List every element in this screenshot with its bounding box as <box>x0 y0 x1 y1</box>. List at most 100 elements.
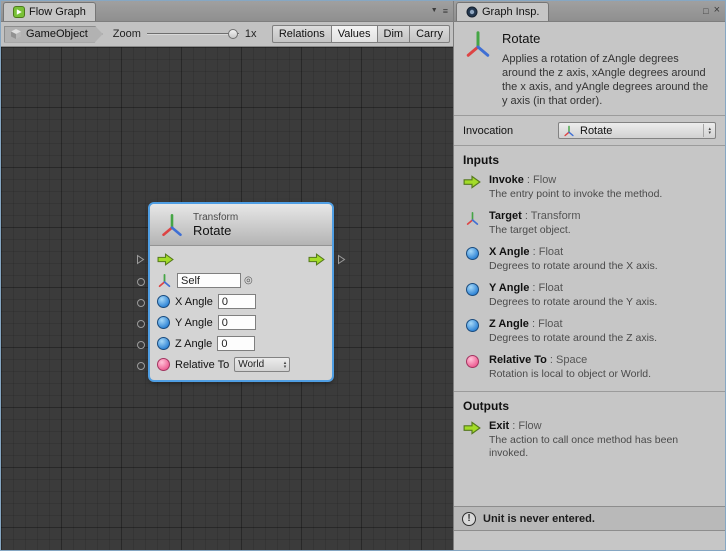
unity-window: Flow Graph ▼ ≡ GameObject Zoom 1x Relati… <box>0 0 726 551</box>
relative-to-port[interactable] <box>157 358 170 371</box>
invocation-row: Invocation Rotate ▴▾ <box>454 116 725 146</box>
warning-icon: ! <box>462 512 476 526</box>
tab-graph-inspector[interactable]: Graph Insp. <box>456 2 549 21</box>
breadcrumb-label: GameObject <box>26 28 88 40</box>
node-type-label: Transform <box>193 212 238 223</box>
zoom-slider[interactable] <box>147 27 239 41</box>
x-angle-connector[interactable] <box>137 299 145 307</box>
rotate-unit-icon <box>463 29 493 59</box>
port-name: Y Angle <box>489 282 529 294</box>
graph-canvas[interactable]: Transform Rotate ◎ <box>1 47 453 550</box>
invocation-label: Invocation <box>463 125 513 137</box>
unit-description: Applies a rotation of zAngle degrees aro… <box>502 52 714 108</box>
port-description: Degrees to rotate around the Y axis. <box>489 296 714 309</box>
port-description: The entry point to invoke the method. <box>489 188 714 201</box>
pane-menu-icon[interactable]: ≡ <box>443 5 448 17</box>
y-angle-input[interactable] <box>218 315 256 330</box>
breadcrumb-gameobject[interactable]: GameObject <box>4 26 103 43</box>
zoom-label: Zoom <box>113 28 141 40</box>
relative-to-connector[interactable] <box>137 362 145 370</box>
port-description: The action to call once method has been … <box>489 434 714 460</box>
node-titles: Transform Rotate <box>193 212 238 238</box>
target-connector[interactable] <box>137 278 145 286</box>
pane-square-icon[interactable]: □ <box>703 5 708 17</box>
gameobject-icon <box>10 28 22 40</box>
node-transform-rotate[interactable]: Transform Rotate ◎ <box>149 203 333 381</box>
input-doc-target: Target : Transform The target object. <box>463 210 716 237</box>
warning-text: Unit is never entered. <box>483 513 595 525</box>
y-angle-label: Y Angle <box>175 317 213 329</box>
invocation-dropdown-arrows-icon: ▴▾ <box>703 124 711 137</box>
port-name: Relative To <box>489 354 547 366</box>
z-angle-port[interactable] <box>157 337 170 350</box>
port-type: Float <box>538 318 562 330</box>
input-doc-z-angle: Z Angle : Float Degrees to rotate around… <box>463 318 716 345</box>
z-angle-input[interactable] <box>217 336 255 351</box>
zoom-slider-knob[interactable] <box>228 29 238 39</box>
x-angle-label: X Angle <box>175 296 213 308</box>
inspector-tabbar: Graph Insp. □ × <box>454 1 725 22</box>
invocation-value: Rotate <box>580 125 612 137</box>
port-name: Exit <box>489 420 509 432</box>
dropdown-arrows-icon: ▴▾ <box>284 361 287 369</box>
pane-controls: ▼ ≡ <box>431 5 448 17</box>
values-button[interactable]: Values <box>332 25 378 43</box>
port-type: Float <box>539 282 563 294</box>
y-angle-port[interactable] <box>157 316 170 329</box>
inspector-header-text: Rotate Applies a rotation of zAngle degr… <box>502 29 714 108</box>
port-description: The target object. <box>489 224 714 237</box>
relative-to-dropdown[interactable]: World ▴▾ <box>234 357 290 372</box>
exit-port[interactable] <box>308 253 325 266</box>
flow-out-connector[interactable] <box>337 254 346 265</box>
relations-button[interactable]: Relations <box>272 25 332 43</box>
inspector-pane-controls: □ × <box>703 5 720 17</box>
flow-graph-icon <box>13 6 25 18</box>
input-doc-relative-to: Relative To : Space Rotation is local to… <box>463 354 716 381</box>
object-picker-icon[interactable]: ◎ <box>244 275 253 286</box>
inspector-spacer <box>454 470 725 506</box>
warning-bar: ! Unit is never entered. <box>454 506 725 531</box>
inputs-section-header: Inputs <box>454 146 725 172</box>
space-port-icon <box>466 355 479 368</box>
y-angle-connector[interactable] <box>137 320 145 328</box>
inspector-header: Rotate Applies a rotation of zAngle degr… <box>454 22 725 116</box>
carry-button[interactable]: Carry <box>410 25 450 43</box>
target-row: ◎ <box>157 272 325 289</box>
invoke-port[interactable] <box>157 253 174 266</box>
invocation-dropdown[interactable]: Rotate ▴▾ <box>558 122 716 139</box>
z-angle-label: Z Angle <box>175 338 212 350</box>
node-header[interactable]: Transform Rotate <box>150 204 332 246</box>
outputs-list: Exit : Flow The action to call once meth… <box>454 418 725 470</box>
graph-inspector-panel: Graph Insp. □ × Rotate Applies a rotatio… <box>453 1 725 550</box>
flow-port-icon <box>463 421 481 435</box>
tab-graph-inspector-label: Graph Insp. <box>482 6 539 18</box>
target-field[interactable] <box>177 273 241 288</box>
outputs-section-header: Outputs <box>454 392 725 418</box>
port-description: Degrees to rotate around the X axis. <box>489 260 714 273</box>
flow-port-icon <box>463 175 481 189</box>
tab-flow-graph[interactable]: Flow Graph <box>3 2 96 21</box>
relative-to-row: Relative To World ▴▾ <box>157 356 325 373</box>
dim-button[interactable]: Dim <box>378 25 411 43</box>
output-doc-exit: Exit : Flow The action to call once meth… <box>463 420 716 460</box>
pane-dropdown-icon[interactable]: ▼ <box>431 5 438 17</box>
x-angle-input[interactable] <box>218 294 256 309</box>
z-angle-row: Z Angle <box>157 335 325 352</box>
x-angle-port[interactable] <box>157 295 170 308</box>
z-angle-connector[interactable] <box>137 341 145 349</box>
input-doc-invoke: Invoke : Flow The entry point to invoke … <box>463 174 716 201</box>
y-angle-row: Y Angle <box>157 314 325 331</box>
toolbar-toggle-group: Relations Values Dim Carry <box>272 25 450 43</box>
port-name: Z Angle <box>489 318 529 330</box>
port-type: Flow <box>518 420 541 432</box>
node-body: ◎ X Angle Y Angle Z <box>150 246 332 380</box>
flow-in-connector[interactable] <box>136 254 145 265</box>
pane-close-icon[interactable]: × <box>714 5 720 17</box>
graph-inspector-icon <box>466 6 478 18</box>
float-port-icon <box>466 247 479 260</box>
transform-port-icon <box>465 211 480 226</box>
flow-graph-tabbar: Flow Graph ▼ ≡ <box>1 1 453 22</box>
target-port[interactable] <box>157 273 172 288</box>
port-type: Transform <box>531 210 581 222</box>
port-description: Rotation is local to object or World. <box>489 368 714 381</box>
